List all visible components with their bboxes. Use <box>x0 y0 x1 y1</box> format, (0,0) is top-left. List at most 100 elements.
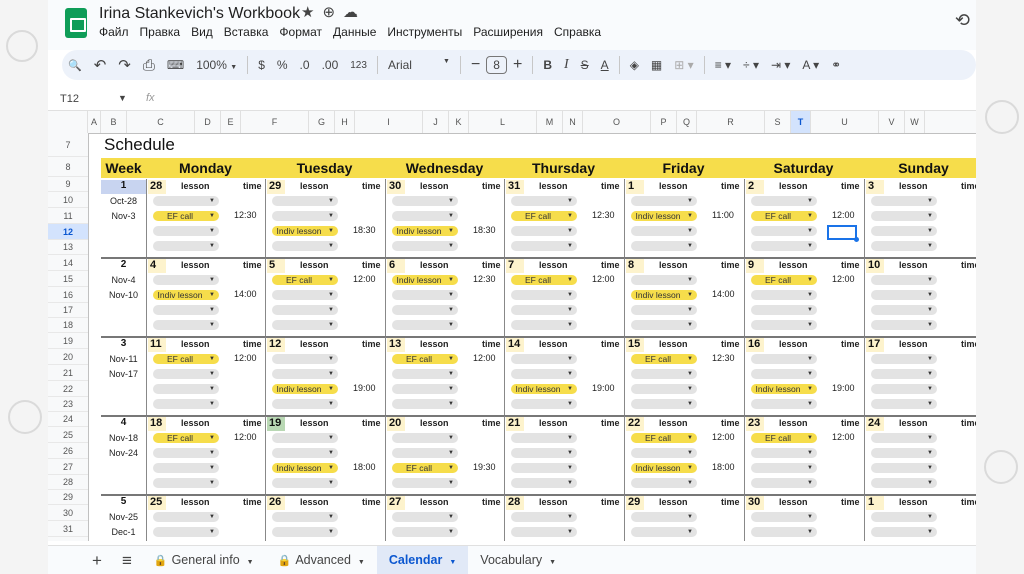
lesson-dropdown[interactable]: ▼ <box>871 354 937 364</box>
lesson-dropdown[interactable]: EF call ▼ <box>751 211 817 221</box>
lesson-time[interactable]: 18:30 <box>473 225 496 235</box>
week-number[interactable]: 3 <box>101 338 146 352</box>
week-date-range[interactable]: Nov-11 <box>101 354 146 364</box>
week-cell[interactable]: 2 Nov-4 Nov-10 <box>101 258 146 336</box>
week-number[interactable]: 4 <box>101 417 146 431</box>
lesson-dropdown[interactable]: ▼ <box>153 512 219 522</box>
link-icon[interactable]: ⚭ <box>825 58 847 72</box>
lesson-dropdown[interactable]: ▼ <box>392 448 458 458</box>
date-number[interactable]: 13 <box>387 338 405 352</box>
row-header-24[interactable]: 24 <box>48 412 88 427</box>
all-sheets-button[interactable]: ≡ <box>112 551 142 571</box>
lesson-dropdown[interactable]: ▼ <box>153 226 219 236</box>
lesson-dropdown[interactable]: ▼ <box>871 305 937 315</box>
lesson-dropdown[interactable]: ▼ <box>631 305 697 315</box>
date-number[interactable]: 8 <box>626 259 644 273</box>
lesson-dropdown[interactable]: ▼ <box>871 433 937 443</box>
corner-cell[interactable] <box>48 111 88 133</box>
column-header-t[interactable]: T <box>791 111 811 133</box>
lesson-dropdown[interactable]: ▼ <box>631 399 697 409</box>
lesson-dropdown[interactable]: Indiv lesson ▼ <box>392 226 458 236</box>
column-header-q[interactable]: Q <box>677 111 697 133</box>
lesson-dropdown[interactable]: ▼ <box>631 512 697 522</box>
lesson-dropdown[interactable]: ▼ <box>511 448 577 458</box>
lesson-dropdown[interactable]: ▼ <box>272 399 338 409</box>
lesson-dropdown[interactable]: ▼ <box>153 448 219 458</box>
cloud-status-icon[interactable]: ☁ <box>343 4 366 21</box>
lesson-time[interactable]: 12:00 <box>832 274 855 284</box>
date-number[interactable]: 25 <box>148 496 166 510</box>
lesson-dropdown[interactable]: ▼ <box>511 305 577 315</box>
lesson-dropdown[interactable]: ▼ <box>871 478 937 488</box>
lesson-dropdown[interactable]: ▼ <box>871 399 937 409</box>
row-header-18[interactable]: 18 <box>48 318 88 333</box>
column-header-g[interactable]: G <box>309 111 335 133</box>
date-number[interactable]: 31 <box>506 180 524 194</box>
week-date-range[interactable]: Nov-18 <box>101 433 146 443</box>
add-sheet-button[interactable]: + <box>82 551 112 571</box>
column-header-c[interactable]: C <box>127 111 195 133</box>
date-number[interactable]: 28 <box>148 180 166 194</box>
lesson-dropdown[interactable]: Indiv lesson ▼ <box>751 384 817 394</box>
lesson-time[interactable]: 12:30 <box>473 274 496 284</box>
date-number[interactable]: 22 <box>626 417 644 431</box>
lesson-dropdown[interactable]: ▼ <box>272 433 338 443</box>
lesson-dropdown[interactable]: EF call ▼ <box>511 211 577 221</box>
row-header-20[interactable]: 20 <box>48 349 88 365</box>
date-number[interactable]: 29 <box>267 180 285 194</box>
lesson-dropdown[interactable]: ▼ <box>871 211 937 221</box>
lesson-dropdown[interactable]: ▼ <box>153 478 219 488</box>
week-date-range[interactable]: Nov-10 <box>101 290 146 300</box>
sheet-tab-general-info[interactable]: 🔒 General info ▼ <box>142 546 266 574</box>
column-header-w[interactable]: W <box>905 111 925 133</box>
lesson-dropdown[interactable]: ▼ <box>392 196 458 206</box>
lesson-dropdown[interactable]: ▼ <box>153 369 219 379</box>
date-number[interactable]: 29 <box>626 496 644 510</box>
currency-format-button[interactable]: $ <box>252 58 271 72</box>
week-cell[interactable]: 4 Nov-18 Nov-24 <box>101 416 146 494</box>
week-number[interactable]: 5 <box>101 496 146 510</box>
row-header-8[interactable]: 8 <box>48 157 88 177</box>
date-number[interactable]: 18 <box>148 417 166 431</box>
lesson-dropdown[interactable]: EF call ▼ <box>272 275 338 285</box>
lesson-dropdown[interactable]: ▼ <box>871 527 937 537</box>
schedule-title[interactable]: Schedule <box>104 135 175 155</box>
lesson-dropdown[interactable]: ▼ <box>511 241 577 251</box>
row-header-11[interactable]: 11 <box>48 208 88 224</box>
lesson-time[interactable]: 11:00 <box>712 210 734 220</box>
lesson-dropdown[interactable]: Indiv lesson ▼ <box>511 384 577 394</box>
lesson-time[interactable]: 19:00 <box>353 383 376 393</box>
selected-cell[interactable] <box>827 225 859 242</box>
lesson-dropdown[interactable]: ▼ <box>751 369 817 379</box>
date-number[interactable]: 1 <box>866 496 884 510</box>
lesson-dropdown[interactable]: ▼ <box>153 399 219 409</box>
row-header-17[interactable]: 17 <box>48 303 88 318</box>
lesson-dropdown[interactable]: ▼ <box>751 305 817 315</box>
lesson-dropdown[interactable]: ▼ <box>392 433 458 443</box>
lesson-time[interactable]: 12:00 <box>592 274 615 284</box>
undo-icon[interactable]: ↶ <box>88 56 113 74</box>
lesson-dropdown[interactable]: EF call ▼ <box>631 354 697 364</box>
lesson-dropdown[interactable]: ▼ <box>511 320 577 330</box>
redo-icon[interactable]: ↷ <box>112 56 137 74</box>
lesson-dropdown[interactable]: ▼ <box>751 354 817 364</box>
menu-1[interactable]: Файл <box>99 25 129 39</box>
row-header-26[interactable]: 26 <box>48 443 88 459</box>
date-number[interactable]: 14 <box>506 338 524 352</box>
sheet-tab-advanced[interactable]: 🔒 Advanced ▼ <box>266 546 377 574</box>
lesson-dropdown[interactable]: ▼ <box>871 512 937 522</box>
increase-font-size-button[interactable]: + <box>507 56 528 74</box>
lesson-time[interactable]: 18:00 <box>353 462 376 472</box>
lesson-dropdown[interactable]: ▼ <box>751 527 817 537</box>
column-header-l[interactable]: L <box>469 111 537 133</box>
row-header-31[interactable]: 31 <box>48 521 88 537</box>
column-header-j[interactable]: J <box>423 111 449 133</box>
menu-5[interactable]: Формат <box>279 25 322 39</box>
row-header-19[interactable]: 19 <box>48 333 88 349</box>
lesson-dropdown[interactable]: ▼ <box>871 275 937 285</box>
lesson-dropdown[interactable]: ▼ <box>153 527 219 537</box>
column-header-d[interactable]: D <box>195 111 221 133</box>
lesson-dropdown[interactable]: ▼ <box>272 527 338 537</box>
lesson-time[interactable]: 12:00 <box>473 353 496 363</box>
lesson-dropdown[interactable]: ▼ <box>392 211 458 221</box>
